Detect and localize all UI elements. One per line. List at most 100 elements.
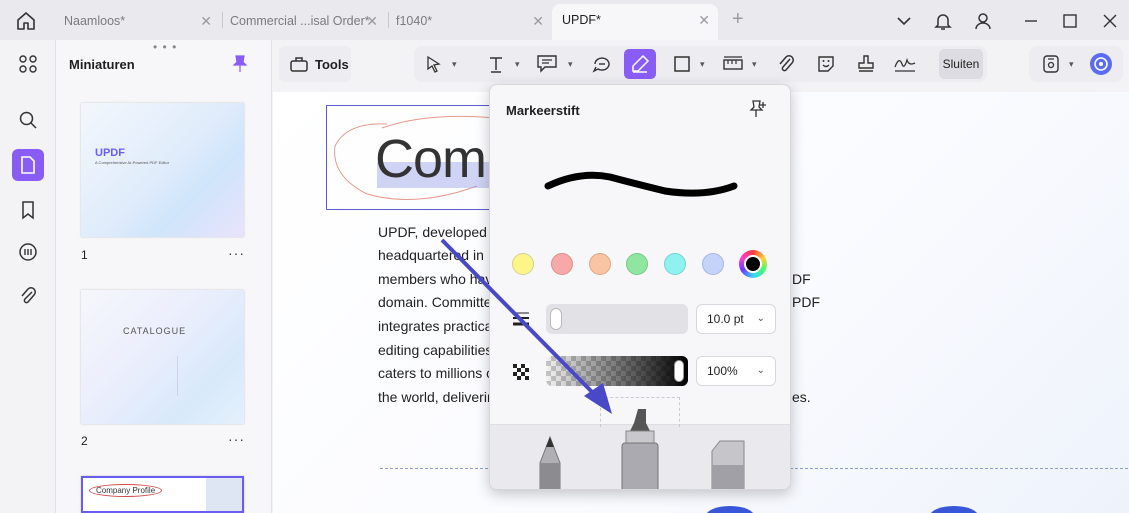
color-swatch-orange[interactable] (589, 253, 611, 275)
ai-assistant-icon[interactable] (1089, 52, 1113, 76)
tools-label: Tools (315, 56, 349, 72)
tools-button[interactable]: Tools (279, 46, 351, 82)
user-icon[interactable] (972, 10, 994, 32)
chevron-down-icon[interactable]: ▾ (568, 59, 573, 70)
close-tab-icon[interactable]: ✕ (698, 4, 710, 36)
pencil-icon[interactable] (530, 435, 570, 490)
tab-label: Commercial ...isal Order* (230, 14, 370, 28)
signature-icon[interactable] (893, 52, 917, 76)
page-number: 1 (81, 248, 88, 262)
pin-icon[interactable] (232, 54, 248, 79)
bell-icon[interactable] (932, 10, 954, 32)
close-tab-icon[interactable]: ✕ (532, 6, 544, 36)
title-bar: Naamloos* ✕ Commercial ...isal Order* ✕ … (0, 0, 1129, 40)
home-icon[interactable] (14, 9, 38, 33)
comments-icon[interactable] (12, 236, 44, 268)
close-toolbar-button[interactable]: Sluiten (939, 49, 983, 79)
thickness-value: 10.0 pt (707, 312, 744, 326)
measure-tool-icon[interactable] (721, 52, 745, 76)
chevron-down-icon[interactable]: ▾ (752, 59, 757, 70)
tab-label: f1040* (396, 14, 433, 28)
apps-grid-icon[interactable] (12, 48, 44, 80)
chevron-down-icon[interactable]: ▾ (1069, 59, 1074, 70)
highlighter-tool-icon[interactable] (624, 49, 656, 79)
sticker-icon[interactable] (814, 52, 838, 76)
thumb-title: CATALOGUE (123, 326, 187, 336)
maximize-icon[interactable] (1059, 10, 1081, 32)
color-swatch-red[interactable] (551, 253, 573, 275)
thickness-dropdown[interactable]: 10.0 pt ⌄ (696, 304, 776, 334)
chevron-down-icon[interactable]: ▾ (452, 59, 457, 70)
eraser-icon[interactable] (706, 435, 750, 490)
select-cursor-icon[interactable] (422, 52, 446, 76)
page-thumbnail-1[interactable]: UPDF A Comprehensive AI-Powered PDF Edit… (81, 103, 244, 237)
paragraph-fragment: DF (792, 271, 811, 287)
thumb-image (206, 478, 242, 511)
paragraph-line: integrates practica (378, 318, 493, 334)
minimize-icon[interactable] (1020, 10, 1042, 32)
tab-f1040[interactable]: f1040* ✕ (386, 6, 552, 36)
slider-handle[interactable] (674, 360, 684, 382)
toolbox-icon (290, 57, 308, 72)
chevron-down-icon[interactable]: ▾ (515, 59, 520, 70)
toc-lines (177, 356, 229, 396)
popup-title: Markeerstift (506, 103, 580, 118)
color-swatch-yellow[interactable] (512, 253, 534, 275)
color-swatch-blue[interactable] (702, 253, 724, 275)
thumbnails-icon[interactable] (12, 149, 44, 181)
paragraph-line: members who hav (378, 271, 493, 287)
thumb-title: Company Profile (89, 484, 163, 497)
paragraph-line: UPDF, developed b (378, 224, 499, 240)
close-tab-icon[interactable]: ✕ (366, 6, 378, 36)
paragraph-line: headquartered in (378, 247, 484, 263)
highlighter-popup: Markeerstift 10.0 pt ⌄ 100% ⌄ (489, 84, 791, 490)
highlighter-marker-icon[interactable] (616, 407, 664, 490)
tab-commercial[interactable]: Commercial ...isal Order* ✕ (220, 6, 386, 36)
resize-grip[interactable]: • • • (153, 40, 177, 54)
slider-handle[interactable] (550, 308, 562, 330)
left-rail (0, 40, 56, 513)
thumb-title: UPDF (95, 147, 125, 159)
thumbnails-panel: • • • Miniaturen UPDF A Comprehensive AI… (56, 40, 272, 513)
chevron-down-icon: ⌄ (756, 313, 765, 324)
paragraph-line: the world, deliverin (378, 389, 495, 405)
page-thumbnail-3[interactable]: Company Profile (81, 476, 244, 513)
stamp-icon[interactable] (854, 52, 878, 76)
pen-type-tray (490, 397, 790, 490)
chat-bubble-icon[interactable] (590, 52, 614, 76)
new-tab-icon[interactable]: + (732, 8, 744, 31)
attachment-icon[interactable] (12, 280, 44, 312)
pin-settings-icon[interactable] (748, 98, 770, 125)
opacity-slider[interactable] (546, 356, 688, 386)
paragraph-fragment: PDF (792, 294, 820, 310)
opacity-checker-icon (512, 363, 530, 386)
comment-tool-icon[interactable] (535, 52, 559, 76)
close-tab-icon[interactable]: ✕ (200, 6, 212, 36)
tab-label: UPDF* (562, 13, 601, 27)
bookmark-icon[interactable] (12, 194, 44, 226)
chevron-down-icon[interactable]: ▾ (700, 59, 705, 70)
page-thumbnail-2[interactable]: CATALOGUE (81, 290, 244, 424)
color-picker-swatch[interactable] (739, 250, 767, 278)
close-window-icon[interactable] (1099, 10, 1121, 32)
search-icon[interactable] (12, 104, 44, 136)
panel-title: Miniaturen (69, 57, 135, 72)
paragraph-line: caters to millions o (378, 365, 494, 381)
opacity-value: 100% (707, 364, 738, 378)
rectangle-tool-icon[interactable] (670, 52, 694, 76)
text-tool-icon[interactable] (484, 52, 508, 76)
page-more-icon[interactable]: ··· (228, 245, 245, 261)
color-swatch-green[interactable] (626, 253, 648, 275)
tab-naamloos[interactable]: Naamloos* ✕ (54, 6, 220, 36)
tab-label: Naamloos* (64, 14, 126, 28)
thickness-slider[interactable] (546, 304, 688, 334)
page-more-icon[interactable]: ··· (228, 431, 245, 447)
save-icon[interactable] (1039, 52, 1063, 76)
tab-updf[interactable]: UPDF* ✕ (552, 4, 718, 40)
chevron-down-icon[interactable] (893, 10, 915, 32)
opacity-dropdown[interactable]: 100% ⌄ (696, 356, 776, 386)
color-swatch-cyan[interactable] (664, 253, 686, 275)
annotation-toolbar: ▾ ▾ ▾ ▾ ▾ Sluiten (414, 46, 987, 82)
stroke-preview (544, 171, 738, 197)
attachment-icon[interactable] (774, 52, 798, 76)
